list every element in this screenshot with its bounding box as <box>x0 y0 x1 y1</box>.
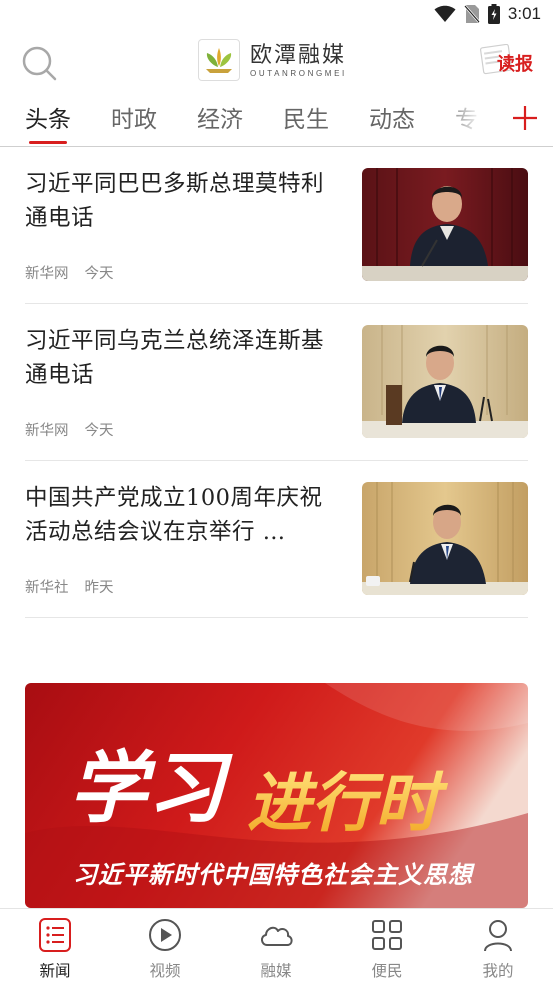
news-list-icon <box>39 918 71 952</box>
news-thumbnail <box>362 325 528 438</box>
play-circle-icon <box>149 919 181 951</box>
bottom-navigation: 新闻 视频 融媒 便民 我的 <box>0 908 553 983</box>
status-icons: 3:01 <box>434 4 541 24</box>
nav-services[interactable]: 便民 <box>347 917 427 982</box>
logo-title: 欧潭融媒 <box>250 42 347 68</box>
tab-label: 经济 <box>197 107 243 133</box>
tab-label: 头条 <box>25 107 71 133</box>
status-bar: 3:01 <box>0 0 553 32</box>
news-time: 今天 <box>84 423 114 439</box>
battery-icon <box>487 4 500 24</box>
nav-label: 新闻 <box>39 962 71 980</box>
news-meta: 新华网 今天 <box>25 262 114 283</box>
nav-profile[interactable]: 我的 <box>458 917 538 982</box>
banner-title-gold: 进行时 <box>247 767 449 841</box>
nav-label: 我的 <box>482 962 514 980</box>
tab-economy[interactable]: 经济 <box>197 100 243 140</box>
news-meta: 新华社 昨天 <box>25 576 114 597</box>
search-icon <box>22 46 57 81</box>
news-item[interactable]: 习近平同乌克兰总统泽连斯基通电话 新华网 今天 <box>25 304 528 461</box>
app-header: 欧潭融媒 OUTANRONGMEI 读报 <box>0 32 553 90</box>
add-channel-button[interactable] <box>511 104 539 132</box>
read-newspaper-button[interactable]: 读报 <box>479 40 537 80</box>
nav-label: 融媒 <box>260 962 292 980</box>
news-meta: 新华网 今天 <box>25 419 114 440</box>
category-tabs: 头条 时政 经济 民生 动态 专 <box>0 92 553 146</box>
banner-title-white: 学习 <box>69 744 233 834</box>
news-source: 新华网 <box>25 423 69 439</box>
user-icon <box>484 920 512 952</box>
cloud-icon <box>261 926 293 946</box>
tab-label: 时政 <box>111 107 157 133</box>
news-source: 新华网 <box>25 266 69 282</box>
news-item[interactable]: 习近平同巴巴多斯总理莫特利通电话 新华网 今天 <box>25 147 528 304</box>
read-newspaper-label: 读报 <box>497 54 533 75</box>
logo-subtitle: OUTANRONGMEI <box>250 68 347 78</box>
nav-label: 便民 <box>371 962 403 980</box>
news-source: 新华社 <box>25 580 69 596</box>
tab-headlines[interactable]: 头条 <box>25 100 71 144</box>
tab-overflow-fade <box>440 92 500 146</box>
nav-video[interactable]: 视频 <box>125 917 205 982</box>
list-divider <box>25 617 528 618</box>
tab-politics[interactable]: 时政 <box>111 100 157 140</box>
nav-news[interactable]: 新闻 <box>15 917 95 982</box>
active-tab-indicator <box>29 141 67 144</box>
nav-media[interactable]: 融媒 <box>236 917 316 982</box>
plus-icon <box>513 106 537 130</box>
news-title: 习近平同乌克兰总统泽连斯基通电话 <box>25 328 325 388</box>
grid-apps-icon <box>372 920 402 950</box>
tab-label: 动态 <box>369 107 415 133</box>
banner-subtitle: 习近平新时代中国特色社会主义思想 <box>73 861 475 889</box>
tab-updates[interactable]: 动态 <box>369 100 415 140</box>
news-title: 中国共产党成立100周年庆祝活动总结会议在京举行 … <box>25 485 323 545</box>
app-logo: 欧潭融媒 OUTANRONGMEI <box>198 38 347 82</box>
news-time: 昨天 <box>84 580 114 596</box>
logo-emblem-icon <box>198 39 240 81</box>
nav-label: 视频 <box>149 962 181 980</box>
news-thumbnail <box>362 482 528 595</box>
search-button[interactable] <box>20 44 60 84</box>
wifi-icon <box>434 5 456 22</box>
news-time: 今天 <box>84 266 114 282</box>
tab-livelihood[interactable]: 民生 <box>283 100 329 140</box>
no-sim-icon <box>463 5 480 23</box>
news-item[interactable]: 中国共产党成立100周年庆祝活动总结会议在京举行 … 新华社 昨天 <box>25 461 528 618</box>
tab-label: 民生 <box>283 107 329 133</box>
news-thumbnail <box>362 168 528 281</box>
study-banner[interactable]: 学习 进行时 习近平新时代中国特色社会主义思想 <box>25 683 528 908</box>
news-title: 习近平同巴巴多斯总理莫特利通电话 <box>25 171 325 231</box>
status-time: 3:01 <box>507 4 541 23</box>
